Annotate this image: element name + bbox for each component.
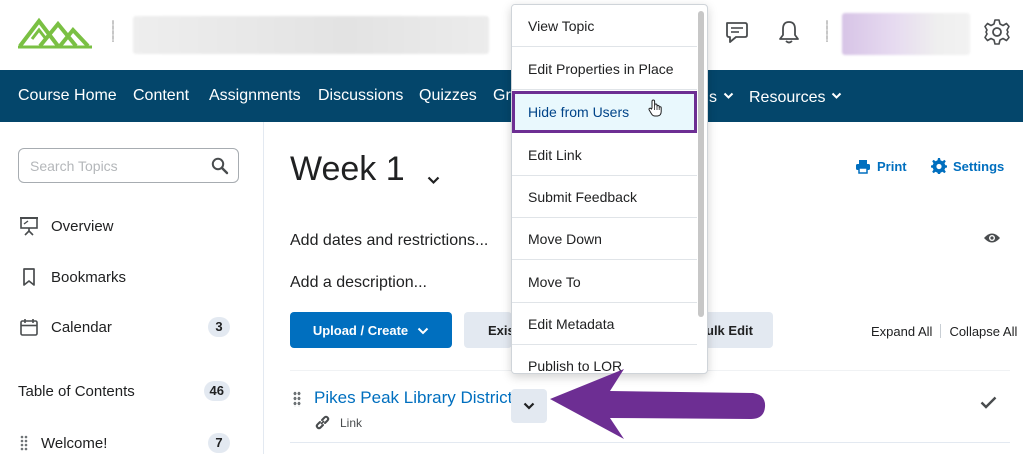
existing-activities-button[interactable]: Exis xyxy=(464,312,512,348)
bookmark-icon xyxy=(18,266,40,288)
settings-label: Settings xyxy=(953,158,1005,174)
annotation-arrow-icon xyxy=(550,369,766,439)
menu-item-submit-feedback[interactable]: Submit Feedback xyxy=(512,176,697,218)
menu-item-view-topic[interactable]: View Topic xyxy=(512,5,697,47)
menu-item-hide-from-users[interactable]: Hide from Users xyxy=(512,91,697,133)
printer-icon xyxy=(856,159,870,174)
chevron-down-icon xyxy=(723,70,734,122)
search-input[interactable] xyxy=(30,149,200,182)
topic-type-label: Link xyxy=(340,415,363,430)
topic-context-menu-button[interactable] xyxy=(511,389,547,423)
bulk-edit-button[interactable]: ulk Edit xyxy=(698,312,773,348)
menu-item-edit-properties[interactable]: Edit Properties in Place xyxy=(512,48,697,90)
sidebar-item-label: Overview xyxy=(51,217,114,235)
menu-scrollbar[interactable] xyxy=(698,11,704,317)
menu-item-move-to[interactable]: Move To xyxy=(512,261,697,303)
settings-button[interactable]: Settings xyxy=(931,157,1004,175)
nav-course-home[interactable]: Course Home xyxy=(18,70,117,122)
add-dates-link[interactable]: Add dates and restrictions... xyxy=(290,232,488,250)
nav-grades[interactable]: Gr xyxy=(493,70,511,122)
gear-icon xyxy=(931,158,947,174)
topic-context-menu: View Topic Edit Properties in Place Hide… xyxy=(511,4,708,374)
nav-quizzes[interactable]: Quizzes xyxy=(419,70,477,122)
topic-title-link[interactable]: Pikes Peak Library District xyxy=(314,388,512,408)
link-separator xyxy=(940,324,942,338)
sidebar-item-table-of-contents[interactable]: Table of Contents 46 xyxy=(18,376,232,406)
sidebar-item-label: Calendar xyxy=(51,318,112,336)
org-name-blurred[interactable] xyxy=(133,16,489,54)
nav-more-label: s xyxy=(709,89,717,106)
user-avatar-blurred[interactable] xyxy=(842,13,970,55)
sidebar-item-label: Table of Contents xyxy=(18,382,135,400)
drag-handle-icon[interactable] xyxy=(18,432,30,454)
sidebar-item-welcome[interactable]: Welcome! 7 xyxy=(18,428,232,454)
menu-item-edit-link[interactable]: Edit Link xyxy=(512,134,697,176)
nav-assignments[interactable]: Assignments xyxy=(209,70,301,122)
menu-item-edit-metadata[interactable]: Edit Metadata xyxy=(512,303,697,345)
collapse-all-link[interactable]: Collapse All xyxy=(949,324,1017,339)
mountain-logo-icon[interactable] xyxy=(18,15,94,49)
menu-item-label: Hide from Users xyxy=(528,103,630,120)
sidebar-item-overview[interactable]: Overview xyxy=(18,211,232,241)
gear-icon[interactable] xyxy=(982,17,1012,47)
sidebar-item-label: Welcome! xyxy=(41,434,108,452)
add-description-link[interactable]: Add a description... xyxy=(290,274,427,292)
count-badge: 46 xyxy=(203,381,230,401)
eye-icon[interactable] xyxy=(983,231,1001,250)
chevron-down-icon xyxy=(417,323,429,338)
menu-item-move-down[interactable]: Move Down xyxy=(512,218,697,260)
toc-sidebar: Overview Bookmarks Calendar 3 Table of C… xyxy=(0,122,264,454)
search-icon[interactable] xyxy=(211,157,229,175)
upload-create-label: Upload / Create xyxy=(312,322,409,338)
nav-resources-label: Resources xyxy=(749,89,826,106)
chevron-down-icon xyxy=(831,70,842,122)
topic-type: Link xyxy=(314,414,362,431)
nav-content[interactable]: Content xyxy=(133,70,189,122)
drag-handle-icon[interactable] xyxy=(293,391,301,407)
notification-bell-icon[interactable] xyxy=(774,17,804,47)
count-badge: 3 xyxy=(208,317,230,337)
calendar-icon xyxy=(18,316,40,338)
count-badge: 7 xyxy=(208,433,230,453)
nav-resources[interactable]: Resources xyxy=(749,70,842,122)
message-alerts-icon[interactable] xyxy=(722,17,752,47)
nav-discussions[interactable]: Discussions xyxy=(318,70,403,122)
print-button[interactable]: Print xyxy=(855,157,907,175)
chevron-down-icon xyxy=(523,402,535,410)
sidebar-item-calendar[interactable]: Calendar 3 xyxy=(18,312,232,342)
checkmark-icon xyxy=(980,396,997,414)
sidebar-item-label: Bookmarks xyxy=(51,268,127,286)
hand-cursor-icon xyxy=(648,99,662,120)
search-box xyxy=(18,148,239,183)
print-label: Print xyxy=(877,158,907,174)
chevron-down-icon[interactable] xyxy=(427,172,440,190)
header-separator xyxy=(826,20,828,42)
presentation-icon xyxy=(18,215,40,237)
upload-create-button[interactable]: Upload / Create xyxy=(290,312,452,348)
nav-more[interactable]: s xyxy=(709,70,734,122)
expand-collapse-links: Expand All Collapse All xyxy=(871,324,1017,339)
sidebar-item-bookmarks[interactable]: Bookmarks xyxy=(18,262,232,292)
page-title: Week 1 xyxy=(290,150,405,188)
header-separator xyxy=(112,20,114,42)
link-icon xyxy=(315,415,330,430)
expand-all-link[interactable]: Expand All xyxy=(871,324,932,339)
